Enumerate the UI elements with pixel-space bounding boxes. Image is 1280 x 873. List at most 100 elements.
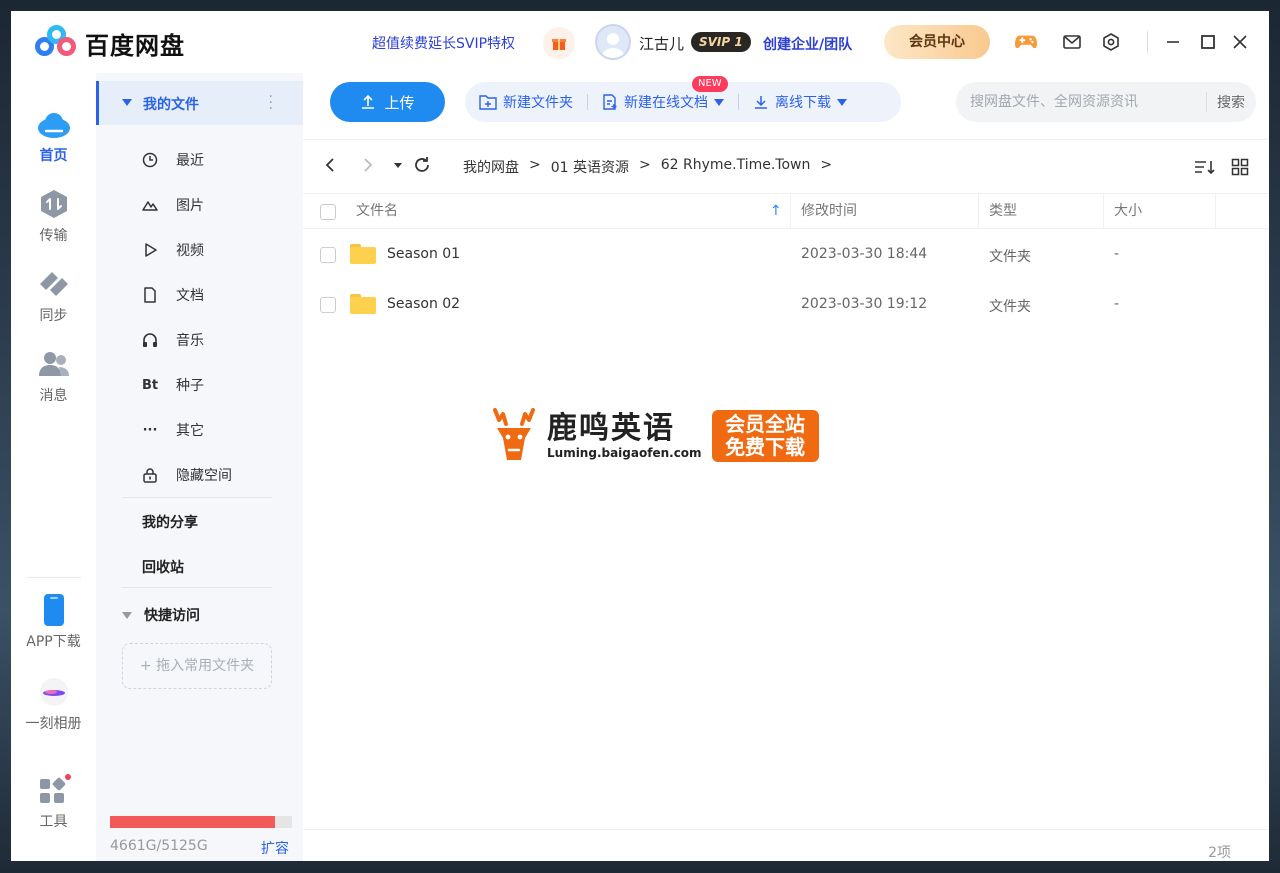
breadcrumb-separator: >	[820, 157, 833, 173]
row-checkbox[interactable]	[320, 247, 336, 263]
rail-label: 工具	[39, 814, 68, 830]
chevron-down-icon	[714, 98, 724, 106]
rail-item-tools[interactable]: 工具	[11, 774, 96, 831]
rail-label: 首页	[39, 148, 68, 164]
breadcrumb-item[interactable]: 我的网盘	[463, 157, 519, 177]
svip-badge[interactable]: SVIP 1	[691, 32, 751, 52]
sidebar-item-images[interactable]: 图片	[140, 190, 300, 220]
refresh-icon[interactable]	[411, 154, 433, 176]
main-panel: 上传 新建文件夹 新建在线文档 NEW 离线下载 搜索	[303, 73, 1269, 861]
sidebar-item-recycle-bin[interactable]: 回收站	[142, 557, 184, 577]
sort-icon[interactable]	[1194, 156, 1216, 178]
app-window: 百度网盘 超值续费延长SVIP特权 江古儿 SVIP 1 创建企业/团队 会员中…	[11, 11, 1269, 861]
quick-access-drop-zone[interactable]: + 拖入常用文件夹	[122, 643, 272, 689]
create-enterprise-link[interactable]: 创建企业/团队	[763, 34, 852, 54]
expand-storage-link[interactable]: 扩容	[261, 838, 289, 858]
rail-label: 消息	[39, 388, 68, 404]
table-row[interactable]: Season 02 2023-03-30 19:12 文件夹 -	[303, 280, 1269, 330]
app-logo[interactable]: 百度网盘	[35, 25, 185, 61]
sidebar-item-my-files[interactable]: 我的文件 · · ·	[96, 81, 303, 125]
rail-item-messages[interactable]: 消息	[11, 349, 96, 405]
column-header-name[interactable]: 文件名	[356, 194, 398, 229]
sidebar-item-recent[interactable]: 最近	[140, 145, 300, 175]
document-icon	[140, 287, 160, 303]
rail-item-sync[interactable]: 同步	[11, 269, 96, 325]
sidebar-item-label: 视频	[176, 243, 204, 259]
file-name[interactable]: Season 02	[387, 296, 460, 312]
vip-center-button[interactable]: 会员中心	[884, 25, 990, 59]
search-divider	[1206, 92, 1207, 112]
sort-ascending-icon[interactable]: ↑	[770, 194, 782, 229]
rail-item-transfer[interactable]: 传输	[11, 189, 96, 245]
minimize-icon[interactable]	[1162, 31, 1184, 53]
avatar[interactable]	[595, 24, 631, 60]
search-button[interactable]: 搜索	[1217, 92, 1245, 112]
watermark-text: 鹿鸣英语 Luming.baigaofen.com	[547, 412, 702, 461]
storage-quota-bar	[110, 816, 292, 828]
sidebar-item-documents[interactable]: 文档	[140, 280, 300, 310]
quick-access-label: 快捷访问	[144, 608, 200, 624]
table-row[interactable]: Season 01 2023-03-30 18:44 文件夹 -	[303, 230, 1269, 280]
forward-arrow-icon[interactable]	[357, 154, 379, 176]
column-header-type[interactable]: 类型	[989, 194, 1017, 229]
sidebar-item-hidden-space[interactable]: 隐藏空间	[140, 460, 300, 490]
title-bar: 百度网盘 超值续费延长SVIP特权 江古儿 SVIP 1 创建企业/团队 会员中…	[11, 11, 1269, 73]
rail-item-home[interactable]: 首页	[11, 109, 96, 165]
grid-view-icon[interactable]	[1229, 156, 1251, 178]
upload-button[interactable]: 上传	[330, 82, 445, 122]
row-checkbox[interactable]	[320, 297, 336, 313]
column-header-modified[interactable]: 修改时间	[801, 194, 857, 229]
sidebar-item-music[interactable]: 音乐	[140, 325, 300, 355]
file-size: -	[1114, 246, 1120, 262]
folder-icon	[350, 294, 376, 314]
more-options-icon[interactable]: · · ·	[269, 90, 273, 116]
rail-item-app-download[interactable]: APP下载	[11, 594, 96, 651]
sidebar-item-torrents[interactable]: Bt 种子	[140, 370, 300, 400]
sidebar-item-others[interactable]: ··· 其它	[140, 415, 300, 445]
deer-logo-icon	[493, 408, 535, 460]
sidebar-item-videos[interactable]: 视频	[140, 235, 300, 265]
new-folder-icon	[479, 94, 497, 110]
download-icon	[753, 94, 769, 110]
new-online-doc-button[interactable]: 新建在线文档 NEW	[588, 76, 738, 122]
file-modified: 2023-03-30 19:12	[801, 296, 928, 312]
quick-access-header[interactable]: 快捷访问	[122, 605, 200, 625]
headphones-icon	[140, 332, 160, 348]
settings-icon[interactable]	[1100, 31, 1122, 53]
history-dropdown-icon[interactable]	[387, 154, 409, 176]
rail-label: APP下载	[26, 634, 81, 650]
select-all-checkbox[interactable]	[320, 204, 336, 220]
back-arrow-icon[interactable]	[319, 154, 341, 176]
sidebar-item-label: 我的文件	[143, 97, 199, 113]
watermark-url: Luming.baigaofen.com	[547, 446, 702, 460]
watermark-badge-line: 免费下载	[725, 435, 806, 459]
gift-icon[interactable]	[543, 27, 575, 59]
file-type: 文件夹	[989, 299, 1031, 315]
lock-icon	[140, 467, 160, 483]
mail-icon[interactable]	[1061, 31, 1083, 53]
sidebar-item-my-share[interactable]: 我的分享	[142, 512, 198, 532]
new-folder-button[interactable]: 新建文件夹	[465, 82, 587, 122]
sidebar-item-label: 文档	[176, 288, 204, 304]
file-name[interactable]: Season 01	[387, 246, 460, 262]
search-input[interactable]	[970, 92, 1200, 112]
maximize-icon[interactable]	[1197, 31, 1219, 53]
watermark-badge-line: 会员全站	[725, 412, 806, 436]
rail-item-album[interactable]: 一刻相册	[11, 677, 96, 733]
close-icon[interactable]	[1229, 31, 1251, 53]
new-folder-label: 新建文件夹	[503, 95, 573, 111]
offline-download-label: 离线下载	[775, 95, 831, 111]
more-icon: ···	[142, 422, 158, 438]
chevron-down-icon	[837, 98, 847, 106]
column-header-size[interactable]: 大小	[1114, 194, 1142, 229]
sidebar-item-label: 音乐	[176, 333, 204, 349]
game-icon[interactable]	[1015, 31, 1037, 53]
collapse-caret-icon[interactable]	[122, 99, 132, 106]
breadcrumb-item[interactable]: 01 英语资源	[551, 157, 629, 177]
message-icon	[37, 349, 71, 379]
file-modified: 2023-03-30 18:44	[801, 246, 928, 262]
username[interactable]: 江古儿	[639, 33, 684, 54]
promo-link[interactable]: 超值续费延长SVIP特权	[372, 33, 515, 53]
breadcrumb-item[interactable]: 62 Rhyme.Time.Town	[661, 157, 811, 177]
offline-download-button[interactable]: 离线下载	[739, 82, 861, 122]
